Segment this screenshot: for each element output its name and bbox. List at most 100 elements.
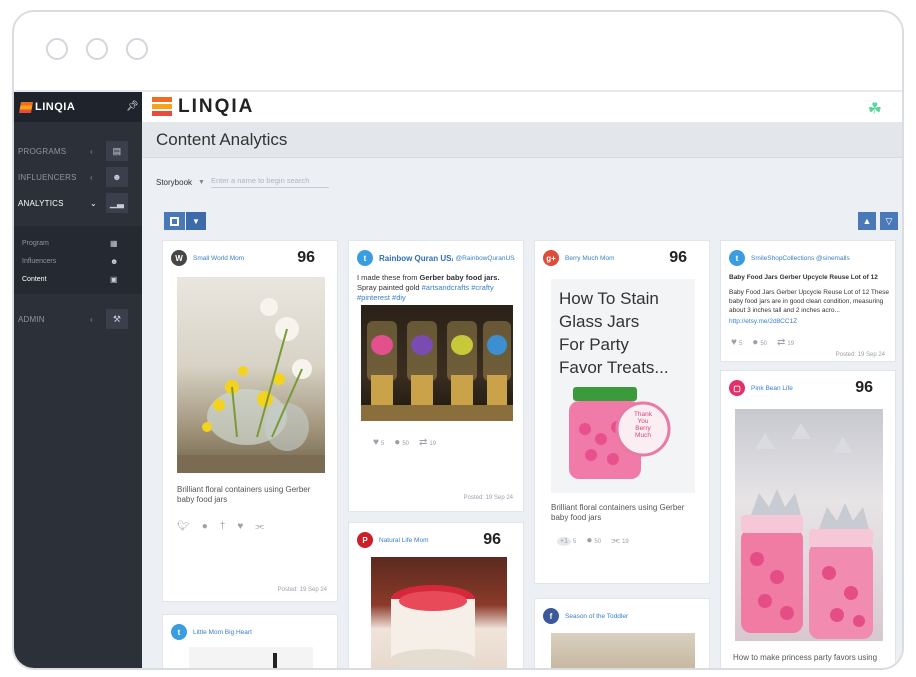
image-icon: ▣: [110, 274, 118, 284]
heart-icon[interactable]: ♥ 5: [731, 337, 742, 348]
wrench-icon: ⚒: [106, 309, 128, 329]
sidebar-subitem-influencers[interactable]: Influencers ☻: [14, 252, 142, 270]
post-caption: Brilliant floral containers using Gerber…: [551, 503, 685, 522]
browser-window: LINQIA 📌︎ PROGRAMS ‹ ▤ INFLUENCERS ‹ ☻ A…: [12, 10, 904, 670]
page-title: Content Analytics: [142, 122, 902, 158]
google-plus-icon: g+: [543, 250, 559, 266]
linqia-logo-icon: [152, 97, 172, 117]
pinterest-icon: P: [357, 532, 373, 548]
content-card[interactable]: t SmileShopCollections @sinemalls Baby F…: [720, 240, 896, 362]
post-text: I made these from Gerber baby food jars.…: [357, 273, 500, 302]
people-icon: ☻: [106, 167, 128, 187]
filter-icon[interactable]: ▽: [880, 212, 898, 230]
post-image[interactable]: [551, 633, 695, 668]
content-card[interactable]: P Natural Life Mom 96: [348, 522, 524, 668]
author-name[interactable]: Small World Mom: [193, 255, 244, 262]
comment-icon[interactable]: ●: [202, 521, 208, 532]
analytics-submenu: Program ▦ Influencers ☻ Content ▣: [14, 226, 142, 294]
post-image[interactable]: [177, 277, 325, 473]
pin-icon[interactable]: †: [220, 521, 226, 532]
post-link[interactable]: http://etsy.me/2d8CC1Z: [729, 317, 889, 326]
action-bar: ♥ 5 ● 50 ⇄ 19: [731, 337, 794, 348]
window-dot-maximize[interactable]: [126, 38, 148, 60]
score: 96: [669, 249, 687, 266]
chevron-down-icon: ⌄: [90, 198, 97, 208]
people-icon: ☻: [110, 256, 119, 266]
content-card[interactable]: g+ Berry Much Mom 96 How To Stain Glass …: [534, 240, 710, 584]
window-dot-close[interactable]: [46, 38, 68, 60]
twitter-share-icon[interactable]: 🐦︎: [177, 521, 190, 532]
posted-date: Posted: 19 Sep 24: [835, 352, 885, 358]
share-icon[interactable]: ⫘: [255, 521, 264, 532]
facebook-icon: f: [543, 608, 559, 624]
comment-icon[interactable]: ● 50: [586, 535, 601, 546]
main-content: LINQIA ☘ Content Analytics Storybook ▼ E…: [142, 92, 902, 668]
filter-row: Storybook ▼ Enter a name to begin search: [156, 176, 329, 188]
post-text: Baby Food Jars Gerber Upcycle Reuse Lot …: [729, 274, 889, 326]
posted-date: Posted: 19 Sep 24: [463, 495, 513, 501]
post-image[interactable]: [361, 305, 513, 421]
heart-icon[interactable]: ♥ 5: [373, 437, 384, 448]
chevron-left-icon: ‹: [90, 314, 93, 324]
brand-logo[interactable]: LINQIA: [152, 96, 254, 118]
scroll-up-button[interactable]: ▲: [858, 212, 876, 230]
content-card[interactable]: t Little Mom Big Heart: [162, 614, 338, 668]
sidebar-item-analytics[interactable]: ANALYTICS ⌄ ▁▃: [14, 190, 142, 216]
sidebar-subitem-program[interactable]: Program ▦: [14, 234, 142, 252]
author-name[interactable]: SmileShopCollections @sinemalls: [751, 255, 850, 262]
twitter-icon: t: [729, 250, 745, 266]
author-handle[interactable]: @RainbowQuranUSA: [456, 255, 516, 262]
clover-icon[interactable]: ☘: [868, 99, 882, 119]
caret-down-icon[interactable]: ▼: [186, 212, 206, 230]
sidebar-item-influencers[interactable]: INFLUENCERS ‹ ☻: [14, 164, 142, 190]
post-image[interactable]: [735, 409, 883, 641]
storybook-dropdown[interactable]: Storybook: [156, 178, 192, 187]
score: 96: [855, 379, 873, 396]
sidebar-subitem-content[interactable]: Content ▣: [14, 270, 142, 288]
search-input[interactable]: Enter a name to begin search: [210, 176, 329, 188]
post-image[interactable]: [189, 647, 313, 668]
wordpress-icon: W: [171, 250, 187, 266]
author-name[interactable]: Season of the Toddler: [565, 613, 628, 620]
post-caption: How to make princess party favors using: [733, 653, 878, 662]
chart-icon: ▁▃: [106, 193, 128, 213]
content-card[interactable]: ▢ Pink Bean Life 96 How to make princess…: [720, 370, 896, 668]
action-bar: ♥ 5 ● 50 ⇄ 19: [373, 437, 436, 448]
content-card[interactable]: f Season of the Toddler: [534, 598, 710, 668]
author-name[interactable]: Natural Life Mom: [379, 537, 429, 544]
view-toggle-button[interactable]: ▼: [164, 212, 206, 230]
score: 96: [483, 531, 501, 548]
comment-icon[interactable]: ● 50: [394, 437, 409, 448]
share-icon[interactable]: ⫘ 19: [611, 535, 629, 546]
sidebar-header: LINQIA 📌︎: [14, 92, 142, 122]
sidebar-logo[interactable]: LINQIA: [19, 101, 75, 113]
sidebar-item-programs[interactable]: PROGRAMS ‹ ▤: [14, 138, 142, 164]
author-name[interactable]: Berry Much Mom: [565, 255, 614, 262]
author-name[interactable]: Little Mom Big Heart: [193, 629, 252, 636]
retweet-icon[interactable]: ⇄ 19: [777, 337, 794, 348]
pin-icon[interactable]: 📌︎: [126, 101, 139, 112]
plus-one-icon[interactable]: +1 5: [557, 535, 576, 546]
posted-date: Posted: 19 Sep 24: [277, 587, 327, 593]
clipboard-icon: ▦: [110, 238, 118, 248]
window-dot-minimize[interactable]: [86, 38, 108, 60]
book-icon: ▤: [106, 141, 128, 161]
heart-icon[interactable]: ♥: [237, 521, 243, 532]
author-name[interactable]: Pink Bean Life: [751, 385, 793, 392]
retweet-icon[interactable]: ⇄ 19: [419, 437, 436, 448]
score: 96: [297, 249, 315, 266]
caret-down-icon[interactable]: ▼: [198, 179, 205, 186]
sidebar: LINQIA 📌︎ PROGRAMS ‹ ▤ INFLUENCERS ‹ ☻ A…: [14, 92, 142, 668]
app: LINQIA 📌︎ PROGRAMS ‹ ▤ INFLUENCERS ‹ ☻ A…: [14, 92, 902, 668]
linqia-logo-icon: [19, 101, 33, 113]
author-name[interactable]: Rainbow Quran USA: [379, 254, 453, 263]
content-card[interactable]: t Rainbow Quran USA @RainbowQuranUSA I m…: [348, 240, 524, 512]
post-image[interactable]: How To Stain Glass Jars For Party Favor …: [551, 279, 695, 493]
post-image[interactable]: [371, 557, 507, 668]
top-bar: LINQIA ☘: [142, 92, 902, 122]
sidebar-item-admin[interactable]: ADMIN ‹ ⚒: [14, 306, 142, 332]
content-card[interactable]: W Small World Mom 96 Brilliant floral co…: [162, 240, 338, 602]
twitter-icon: t: [171, 624, 187, 640]
grid-view-icon[interactable]: [164, 212, 185, 230]
comment-icon[interactable]: ● 50: [752, 337, 767, 348]
